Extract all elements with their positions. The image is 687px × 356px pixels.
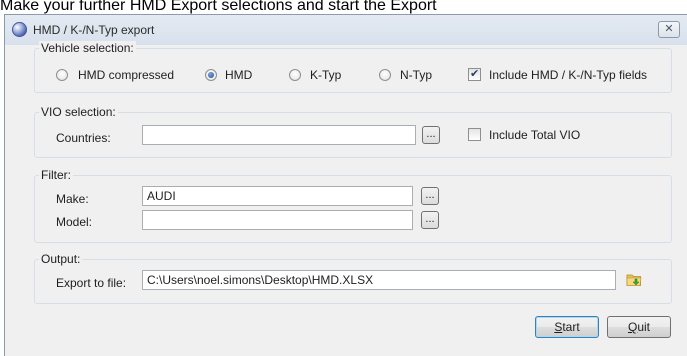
include-fields-box[interactable] (468, 67, 481, 81)
quit-mnemonic: Q (627, 320, 638, 334)
make-label: Make: (56, 192, 89, 206)
vehicle-selection-title: Vehicle selection: (39, 41, 136, 55)
export-dialog: HMD / K-/N-Typ export ✕ Vehicle selectio… (4, 14, 687, 356)
model-label: Model: (56, 215, 93, 229)
start-label: tart (562, 320, 580, 334)
radio-hmd-label: HMD (225, 68, 253, 82)
include-fields-label: Include HMD / K-/N-Typ fields (489, 68, 648, 82)
radio-k-typ-label: K-Typ (310, 68, 342, 82)
globe-icon (12, 22, 27, 37)
radio-n-typ-label: N-Typ (400, 68, 433, 82)
include-total-vio-label: Include Total VIO (489, 128, 581, 142)
close-button[interactable]: ✕ (658, 21, 680, 38)
quit-label: uit (637, 320, 651, 334)
output-title: Output: (39, 252, 83, 266)
open-folder-icon[interactable] (626, 273, 642, 287)
radio-hmd-compressed-circle[interactable] (56, 69, 68, 81)
countries-input[interactable] (142, 125, 416, 145)
vio-selection-title: VIO selection: (39, 105, 118, 119)
radio-hmd-compressed-label: HMD compressed (78, 68, 175, 82)
model-input[interactable] (142, 210, 413, 230)
make-input[interactable]: AUDI (142, 186, 413, 206)
export-file-input[interactable]: C:\Users\noel.simons\Desktop\HMD.XLSX (142, 270, 616, 290)
radio-hmd-circle[interactable] (205, 69, 217, 81)
radio-n-typ-circle[interactable] (379, 69, 391, 81)
model-browse-button[interactable]: ... (421, 211, 439, 229)
countries-label: Countries: (56, 131, 111, 145)
export-to-file-label: Export to file: (56, 276, 127, 290)
include-total-vio-box[interactable] (468, 128, 481, 141)
filter-title: Filter: (39, 168, 73, 182)
window-title: HMD / K-/N-Typ export (33, 23, 155, 37)
make-browse-button[interactable]: ... (421, 187, 439, 205)
countries-browse-button[interactable]: ... (422, 126, 440, 144)
start-button[interactable]: Start (535, 316, 599, 338)
quit-button[interactable]: Quit (607, 316, 671, 338)
radio-k-typ-circle[interactable] (289, 69, 301, 81)
